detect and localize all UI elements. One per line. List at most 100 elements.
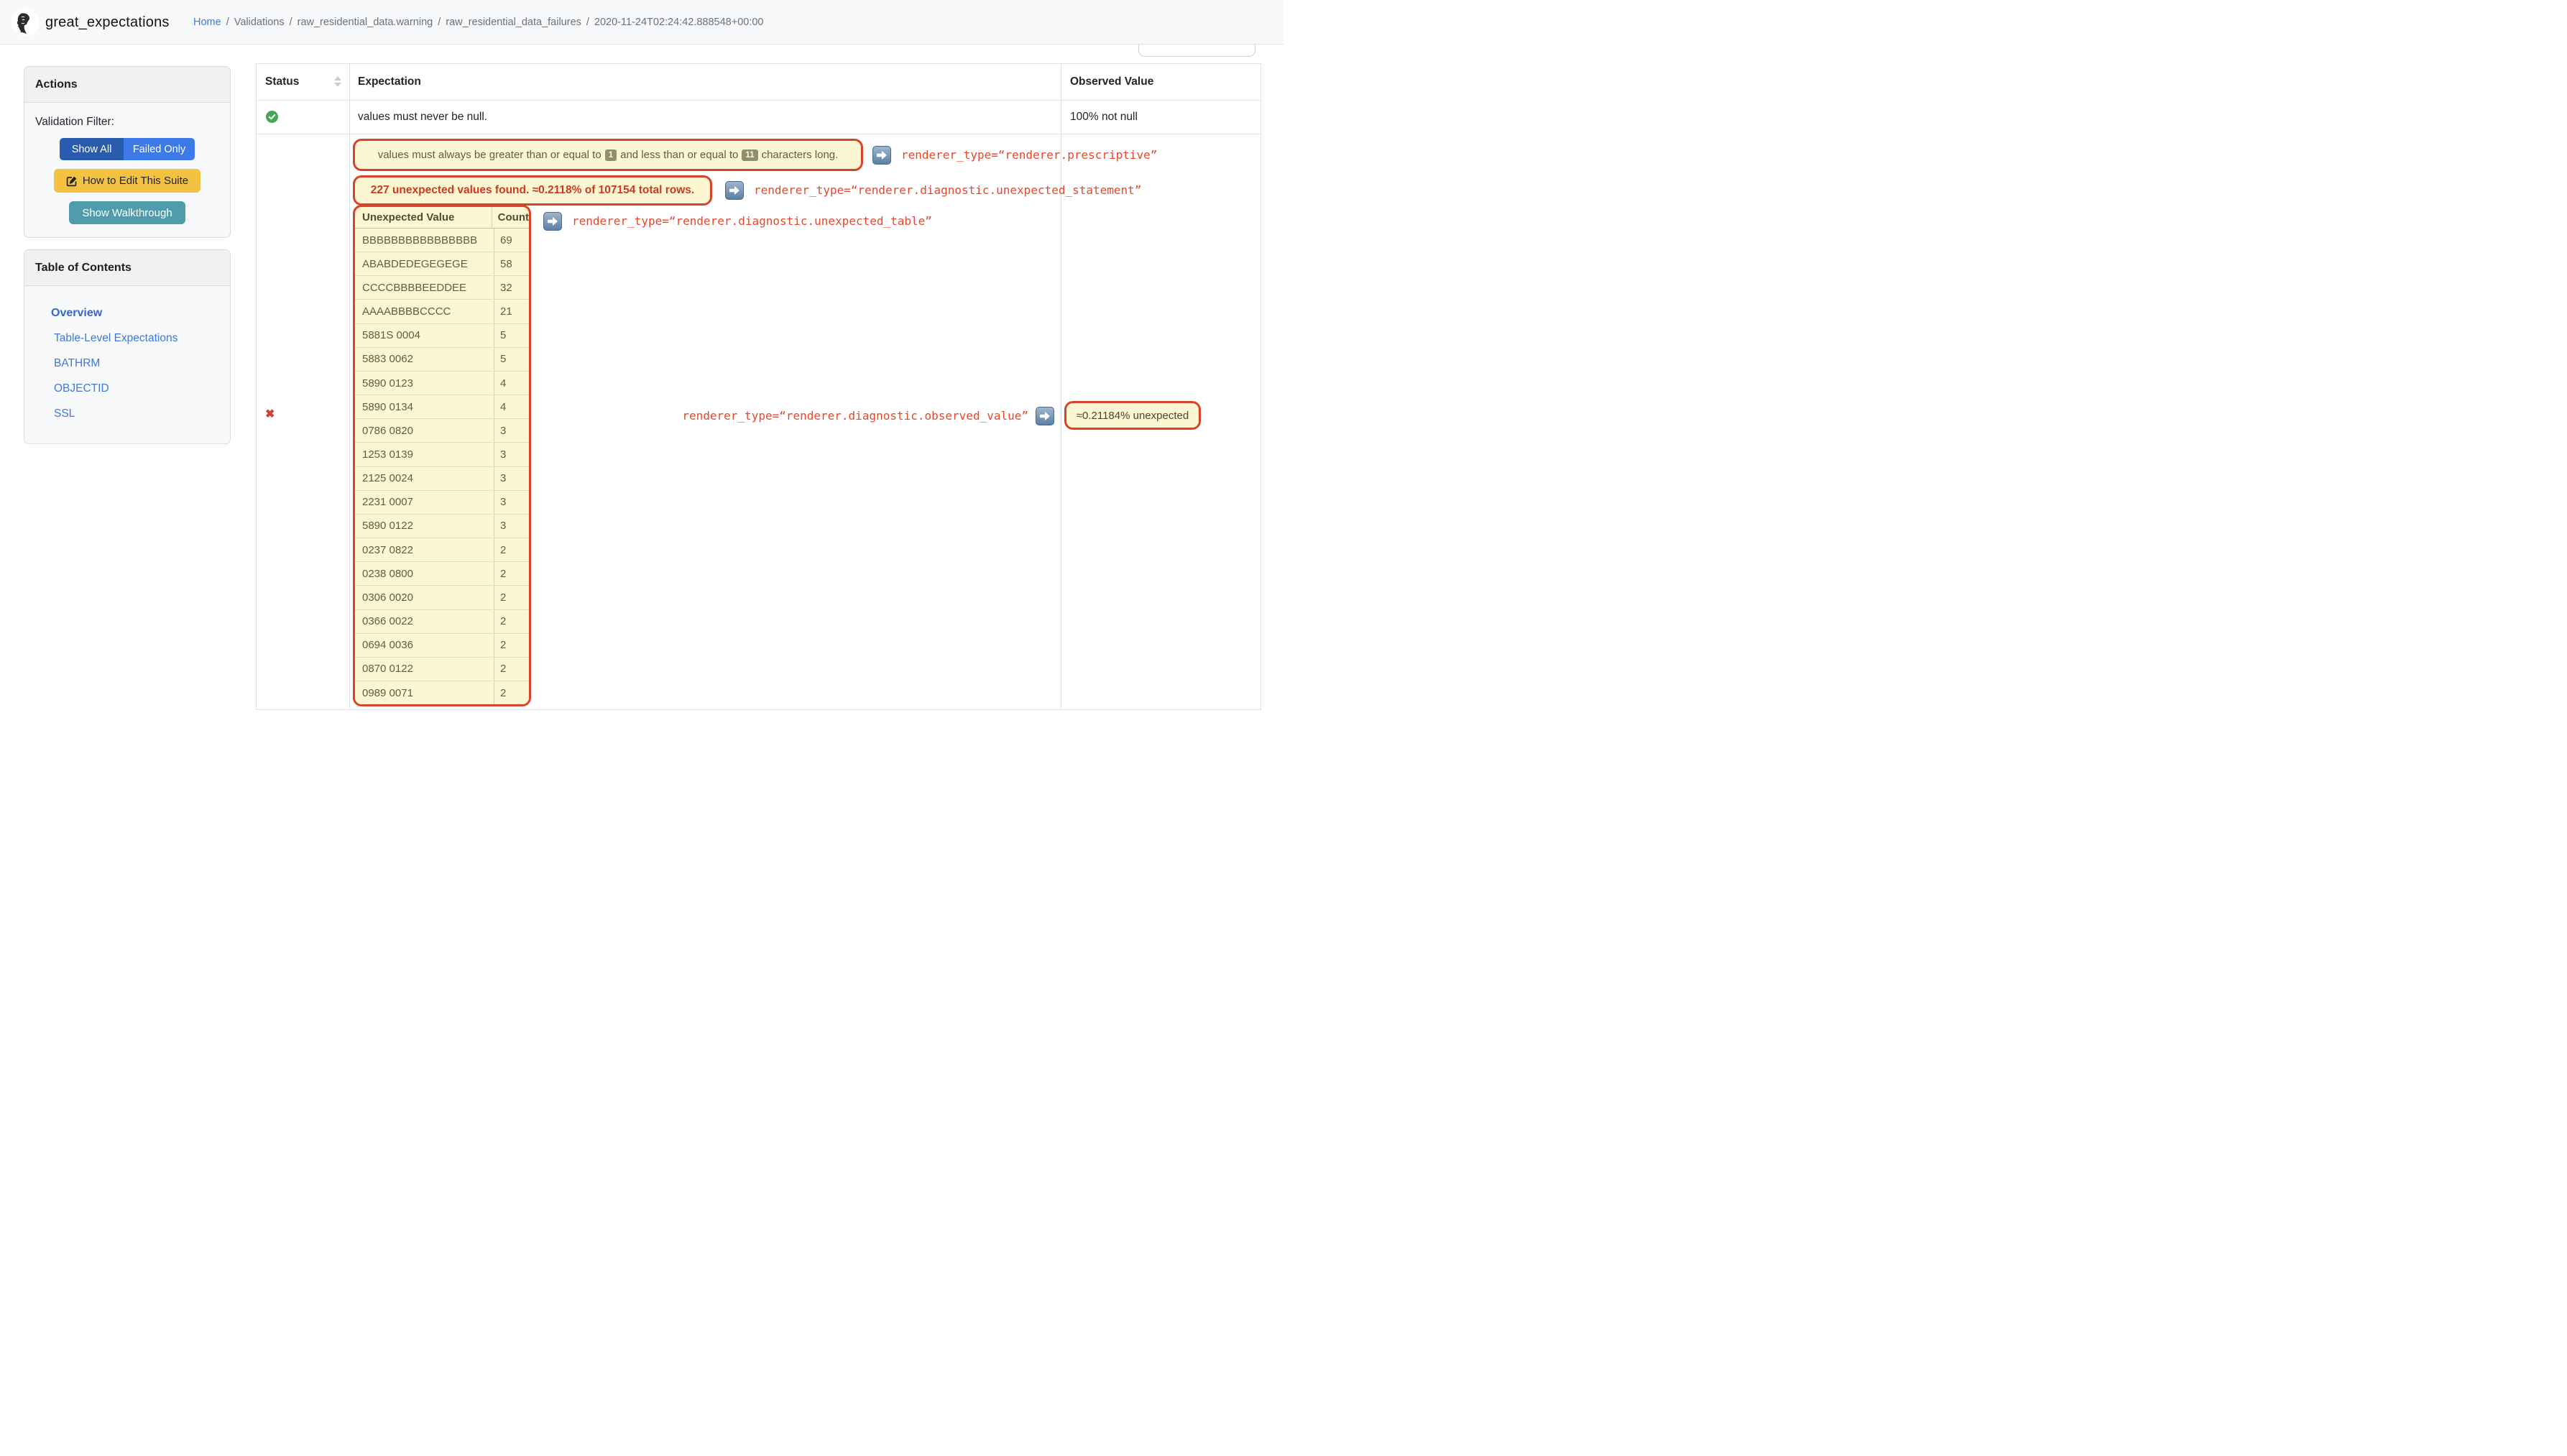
unexpected-row: 5883 0062 5 <box>355 346 529 371</box>
count-cell: 2 <box>500 686 507 699</box>
unexpected-value-cell: AAAABBBBCCCC <box>355 300 494 323</box>
right-arrow-icon <box>725 181 744 200</box>
toc-list: Overview Table-Level Expectations BATHRM OB… <box>24 286 230 443</box>
unexpected-value-cell: ABABDEDEGEGEGE <box>355 252 494 276</box>
observed-value-highlight-box: ≈0.21184% unexpected <box>1064 401 1201 430</box>
table-of-contents-panel: Table of Contents Overview Table-Level Ex… <box>24 249 231 444</box>
unexpected-value-cell: 1253 0139 <box>355 443 494 466</box>
unexpected-row: 0237 0822 2 <box>355 538 529 562</box>
unexpected-row: 0694 0036 2 <box>355 632 529 657</box>
expectation-text: values must never be null. <box>358 111 488 123</box>
unexpected-values-table: Unexpected Value Count BBBBBBBBBBBBBBBB 6… <box>353 205 531 706</box>
count-cell: 2 <box>500 591 507 604</box>
cutoff-top-right-control[interactable] <box>1138 45 1255 57</box>
unexpected-row: CCCCBBBBEEDDEE 32 <box>355 275 529 300</box>
unexpected-row: 5890 0122 3 <box>355 513 529 538</box>
unexpected-value-cell: 2125 0024 <box>355 466 494 490</box>
unexpected-row: 0306 0020 2 <box>355 585 529 609</box>
unexpected-row: 5881S 0004 5 <box>355 323 529 347</box>
count-cell: 2 <box>500 567 507 580</box>
toc-link-objectid[interactable]: OBJECTID <box>24 376 230 401</box>
unexpected-row: 0870 0122 2 <box>355 656 529 681</box>
status-passed-icon <box>266 111 278 123</box>
breadcrumb-separator: / <box>438 17 441 28</box>
toc-link-ssl[interactable]: SSL <box>24 401 230 426</box>
unexpected-statement-highlight-box: 227 unexpected values found. ≈0.2118% of… <box>353 175 712 206</box>
count-cell: 5 <box>500 353 507 366</box>
unexpected-row: 1253 0139 3 <box>355 442 529 466</box>
breadcrumb-separator: / <box>289 17 292 28</box>
toc-link-table-level-expectations[interactable]: Table-Level Expectations <box>24 326 230 351</box>
status-failed-icon: ✖ <box>265 408 275 420</box>
unexpected-value-cell: 0238 0800 <box>355 562 494 586</box>
great-expectations-logo-icon <box>11 9 39 36</box>
actions-panel-body: Validation Filter: Show All Failed Only … <box>24 103 230 237</box>
breadcrumb-item: raw_residential_data.warning <box>297 17 433 28</box>
status-column-header: Status <box>265 75 300 88</box>
prescriptive-text-before: values must always be greater than or eq… <box>377 149 602 161</box>
count-cell: 5 <box>500 329 507 342</box>
breadcrumb-separator: / <box>226 17 229 28</box>
unexpected-row: 5890 0123 4 <box>355 370 529 395</box>
count-cell: 2 <box>500 639 507 652</box>
unexpected-value-cell: 0786 0820 <box>355 419 494 443</box>
sort-icon[interactable] <box>334 76 341 88</box>
unexpected-value-cell: 0870 0122 <box>355 657 494 681</box>
top-bar: great_expectations Home / Validations / raw_… <box>0 0 1284 45</box>
max-value-badge: 11 <box>742 149 758 161</box>
unexpected-row: 0238 0800 2 <box>355 561 529 586</box>
count-cell: 69 <box>500 234 512 246</box>
observed-value-renderer-annotation: renderer_type=“renderer.diagnostic.obser… <box>682 409 1028 423</box>
unexpected-row: 0989 0071 2 <box>355 680 529 704</box>
count-cell: 21 <box>500 305 512 318</box>
edit-suite-label: How to Edit This Suite <box>82 175 189 187</box>
prescriptive-renderer-annotation: renderer_type=“renderer.prescriptive” <box>901 148 1158 162</box>
right-arrow-icon <box>543 212 562 231</box>
unexpected-value-cell: 5883 0062 <box>355 347 494 371</box>
toc-link-bathrm[interactable]: BATHRM <box>24 351 230 376</box>
expectation-column-header: Expectation <box>358 75 421 88</box>
unexpected-row: 0366 0022 2 <box>355 609 529 633</box>
unexpected-value-cell: 5881S 0004 <box>355 323 494 347</box>
actions-panel-title: Actions <box>24 67 230 103</box>
toc-link-overview[interactable]: Overview <box>24 300 230 326</box>
count-cell: 2 <box>500 615 507 628</box>
validation-filter-group: Show All Failed Only <box>60 138 195 160</box>
right-arrow-icon <box>1036 407 1054 425</box>
prescriptive-text-mid: and less than or equal to <box>620 149 739 161</box>
unexpected-value-cell: 0237 0822 <box>355 538 494 562</box>
count-cell: 4 <box>500 400 507 413</box>
count-cell: 58 <box>500 257 512 270</box>
count-cell: 4 <box>500 377 507 390</box>
count-cell: 32 <box>500 281 512 294</box>
edit-suite-button[interactable]: How to Edit This Suite <box>54 169 201 193</box>
count-cell: 3 <box>500 448 507 461</box>
unexpected-row: ABABDEDEGEGEGE 58 <box>355 252 529 276</box>
show-walkthrough-button[interactable]: Show Walkthrough <box>69 201 185 224</box>
unexpected-value-cell: 0694 0036 <box>355 633 494 657</box>
column-divider <box>349 64 350 709</box>
unexpected-row: 2231 0007 3 <box>355 489 529 514</box>
edit-pencil-square-icon <box>66 175 78 187</box>
unexpected-value-cell: 0989 0071 <box>355 681 494 704</box>
breadcrumb-home-link[interactable]: Home <box>193 17 221 28</box>
prescriptive-text-after: characters long. <box>761 149 839 161</box>
count-cell: 3 <box>500 472 507 485</box>
count-cell: 3 <box>500 496 507 509</box>
unexpected-value-cell: 5890 0122 <box>355 514 494 538</box>
unexpected-row: 2125 0024 3 <box>355 466 529 490</box>
observed-value-text: 100% not null <box>1070 111 1138 123</box>
prescriptive-highlight-box: values must always be greater than or eq… <box>353 139 863 171</box>
validation-filter-label: Validation Filter: <box>35 116 114 128</box>
unexpected-row: BBBBBBBBBBBBBBBB 69 <box>355 229 529 252</box>
failed-only-button[interactable]: Failed Only <box>124 138 195 160</box>
show-all-button[interactable]: Show All <box>60 138 124 160</box>
toc-title: Table of Contents <box>24 250 230 286</box>
unexpected-value-cell: 5890 0123 <box>355 371 494 395</box>
actions-panel: Actions Validation Filter: Show All Fail… <box>24 66 231 238</box>
unexpected-table-header: Unexpected Value Count <box>355 207 529 229</box>
unexpected-value-cell: CCCCBBBBEEDDEE <box>355 276 494 300</box>
count-header: Count <box>497 211 529 224</box>
unexpected-value-cell: 0306 0020 <box>355 586 494 609</box>
observed-value-column-header: Observed Value <box>1070 75 1154 88</box>
